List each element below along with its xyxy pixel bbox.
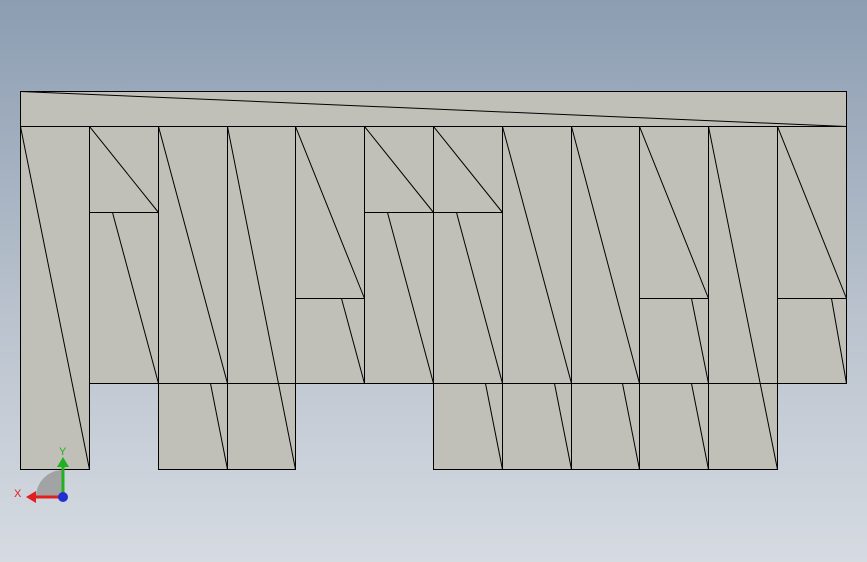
view-triad[interactable]: Y X: [0, 0, 867, 562]
x-axis-arrowhead: [26, 491, 36, 503]
y-axis-label: Y: [59, 446, 67, 458]
triad-plane-quadrant: [36, 470, 63, 497]
z-axis-dot: [58, 492, 68, 502]
y-axis-arrowhead: [57, 457, 69, 467]
graphics-viewport[interactable]: Y X: [0, 0, 867, 562]
x-axis-label: X: [14, 488, 22, 500]
